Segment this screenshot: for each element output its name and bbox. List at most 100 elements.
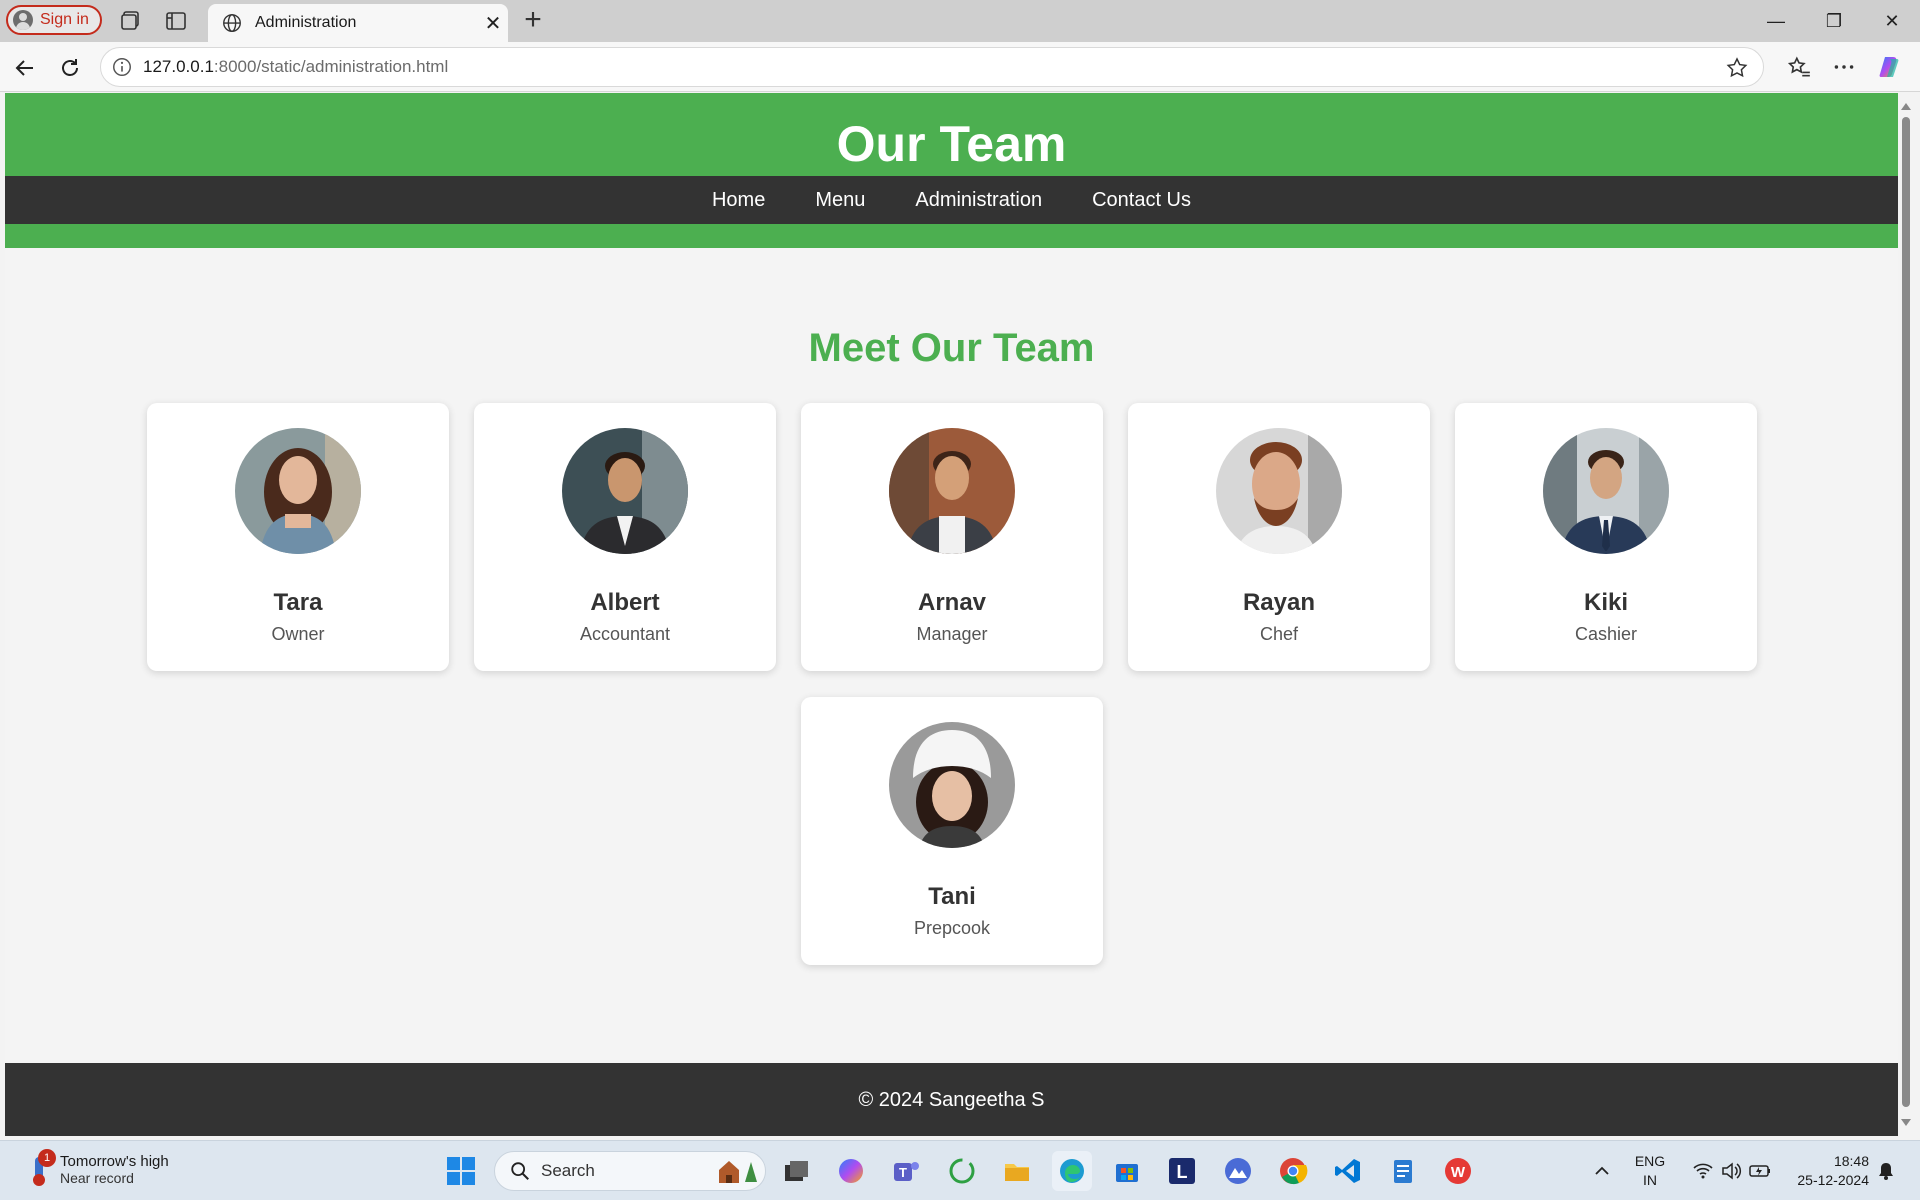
- team-card-rayan: Rayan Chef: [1128, 403, 1430, 671]
- footer-copyright: © 2024 Sangeetha S: [858, 1089, 1045, 1111]
- svg-text:T: T: [899, 1165, 907, 1180]
- taskbar-search[interactable]: Search: [494, 1151, 766, 1191]
- system-tray-quick-settings[interactable]: [1682, 1151, 1782, 1191]
- sign-in-label: Sign in: [40, 11, 89, 28]
- site-info-icon[interactable]: [111, 56, 133, 78]
- scroll-down-arrow-icon[interactable]: [1901, 1119, 1911, 1126]
- globe-icon: [223, 14, 241, 32]
- sign-in-button[interactable]: Sign in: [6, 5, 102, 35]
- member-role: Owner: [271, 624, 325, 644]
- reload-icon: [62, 59, 78, 76]
- member-role: Prepcook: [913, 918, 991, 938]
- mountain-app-icon: [1225, 1158, 1251, 1184]
- copilot-icon[interactable]: [1877, 54, 1903, 80]
- team-card-tani: Tani Prepcook: [801, 697, 1103, 965]
- scrollbar-thumb[interactable]: [1902, 117, 1910, 1107]
- avatar: [1216, 428, 1342, 554]
- wifi-icon: [1693, 1163, 1713, 1179]
- task-view-app[interactable]: [776, 1151, 816, 1191]
- avatar: [889, 722, 1015, 848]
- new-tab-button[interactable]: +: [518, 4, 548, 36]
- chevron-up-icon: [1595, 1166, 1609, 1175]
- site-footer: © 2024 Sangeetha S: [5, 1063, 1898, 1136]
- thermometer-icon: 1: [26, 1149, 56, 1189]
- team-card-kiki: Kiki Cashier: [1455, 403, 1757, 671]
- bell-icon: [1879, 1163, 1893, 1180]
- notepad-app[interactable]: [1383, 1151, 1423, 1191]
- nav-contact-us[interactable]: Contact Us: [1092, 189, 1191, 212]
- favorites-icon[interactable]: [1786, 54, 1812, 80]
- member-name: Tara: [273, 589, 323, 616]
- nav-home[interactable]: Home: [712, 189, 765, 212]
- avatar: [235, 428, 361, 554]
- svg-text:W: W: [1451, 1164, 1466, 1181]
- teams-app[interactable]: T: [886, 1151, 926, 1191]
- tab-close-icon[interactable]: ✕: [478, 11, 508, 36]
- weather-subtitle: Near record: [60, 1169, 134, 1186]
- edge-icon: [1060, 1159, 1084, 1183]
- vscode-icon: [1335, 1159, 1360, 1183]
- address-bar: 127.0.0.1:8000/static/administration.htm…: [0, 42, 1920, 92]
- url-field[interactable]: 127.0.0.1:8000/static/administration.htm…: [100, 47, 1764, 87]
- member-role: Chef: [1259, 624, 1299, 644]
- chrome-app[interactable]: [1273, 1151, 1313, 1191]
- show-hidden-icons-button[interactable]: [1582, 1151, 1622, 1191]
- mountain-app[interactable]: [1218, 1151, 1258, 1191]
- start-button[interactable]: [441, 1151, 481, 1191]
- url-text: 127.0.0.1:8000/static/administration.htm…: [143, 57, 448, 77]
- close-window-button[interactable]: ✕: [1864, 0, 1920, 42]
- file-explorer-app[interactable]: [997, 1151, 1037, 1191]
- member-name: Arnav: [917, 589, 987, 616]
- favorite-star-icon[interactable]: [1725, 56, 1749, 80]
- more-options-icon[interactable]: [1831, 54, 1857, 80]
- tab-administration[interactable]: Administration ✕: [208, 4, 508, 42]
- member-name: Rayan: [1242, 589, 1316, 616]
- nav-administration[interactable]: Administration: [915, 189, 1042, 212]
- reload-button[interactable]: [55, 53, 85, 83]
- weather-title: Tomorrow's high: [60, 1152, 169, 1170]
- l-app-icon: L: [1169, 1158, 1195, 1184]
- site-nav: Home Menu Administration Contact Us: [5, 176, 1898, 224]
- back-button[interactable]: [10, 53, 40, 83]
- clock[interactable]: 18:48 25-12-2024: [1785, 1152, 1869, 1190]
- task-view-icon: [785, 1161, 808, 1181]
- workspaces-icon[interactable]: [119, 9, 143, 33]
- member-role: Manager: [916, 624, 988, 644]
- site-title: Our Team: [836, 116, 1067, 172]
- team-card-albert: Albert Accountant: [474, 403, 776, 671]
- language-indicator[interactable]: ENG IN: [1628, 1152, 1672, 1190]
- battery-icon: [1749, 1165, 1770, 1177]
- search-label: Search: [541, 1161, 595, 1180]
- edge-app[interactable]: [1052, 1151, 1092, 1191]
- page-scrollbar[interactable]: [1898, 93, 1914, 1136]
- store-app[interactable]: [1107, 1151, 1147, 1191]
- member-name: Kiki: [1583, 589, 1628, 616]
- member-name: Albert: [590, 589, 660, 616]
- avatar: [1543, 428, 1669, 554]
- tab-title: Administration: [255, 14, 357, 31]
- minimize-button[interactable]: —: [1748, 0, 1804, 42]
- vscode-app[interactable]: [1328, 1151, 1368, 1191]
- refresh-app[interactable]: [942, 1151, 982, 1191]
- clock-date: 25-12-2024: [1797, 1172, 1869, 1188]
- copilot-app[interactable]: [831, 1151, 871, 1191]
- notifications-button[interactable]: [1874, 1151, 1898, 1191]
- region-code: IN: [1643, 1172, 1657, 1188]
- weather-widget[interactable]: 1 Tomorrow's high Near record: [26, 1149, 169, 1189]
- chrome-icon: [1280, 1158, 1308, 1185]
- site-header: Our Team Home Menu Administration Contac…: [5, 93, 1898, 248]
- nav-menu[interactable]: Menu: [815, 189, 865, 212]
- member-role: Accountant: [579, 624, 671, 644]
- holiday-house-icon: [719, 1161, 757, 1183]
- wps-office-icon: W: [1445, 1158, 1471, 1184]
- copilot-app-icon: [839, 1159, 863, 1183]
- l-app[interactable]: L: [1162, 1151, 1202, 1191]
- language-code: ENG: [1634, 1153, 1666, 1169]
- scroll-up-arrow-icon[interactable]: [1901, 103, 1911, 110]
- back-arrow-icon: [15, 60, 33, 76]
- vertical-tabs-icon[interactable]: [164, 9, 188, 33]
- url-host: 127.0.0.1: [143, 57, 214, 76]
- volume-icon: [1722, 1162, 1742, 1180]
- wps-app[interactable]: W: [1438, 1151, 1478, 1191]
- restore-button[interactable]: ❐: [1806, 0, 1862, 42]
